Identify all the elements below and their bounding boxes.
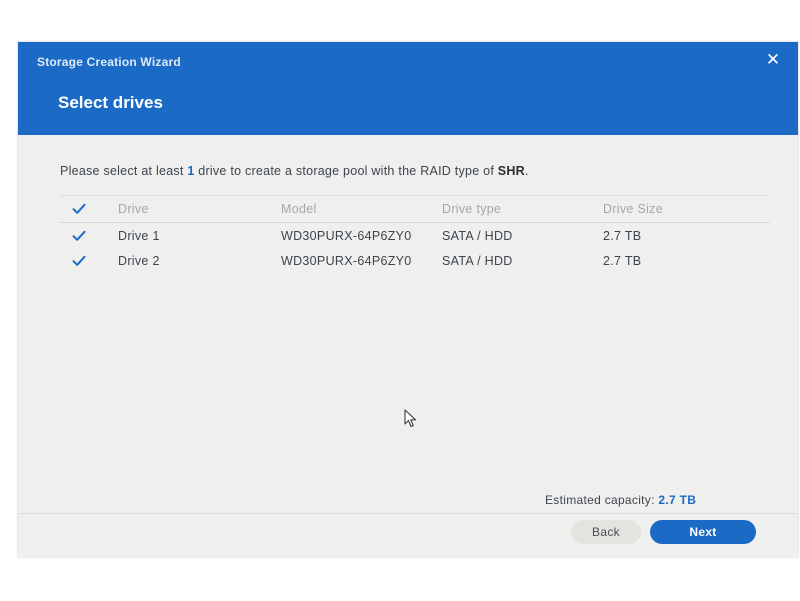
instruction-prefix: Please select at least — [60, 164, 188, 178]
row-checkbox[interactable] — [72, 223, 92, 242]
check-icon — [72, 203, 86, 214]
estimated-capacity: Estimated capacity: 2.7 TB — [545, 493, 696, 507]
next-button[interactable]: Next — [650, 520, 756, 544]
instruction-middle: drive to create a storage pool with the … — [194, 164, 498, 178]
instruction-suffix: . — [524, 164, 529, 178]
capacity-label: Estimated capacity: — [545, 493, 659, 507]
wizard-title: Storage Creation Wizard — [37, 55, 181, 69]
storage-creation-wizard-dialog: Storage Creation Wizard ✕ Select drives … — [18, 42, 798, 557]
cell-model: WD30PURX-64P6ZY0 — [281, 229, 412, 243]
cell-drive: Drive 2 — [118, 254, 160, 268]
table-row[interactable]: Drive 2 WD30PURX-64P6ZY0 SATA / HDD 2.7 … — [60, 248, 770, 273]
select-all-checkbox[interactable] — [72, 196, 92, 215]
close-icon[interactable]: ✕ — [764, 51, 782, 69]
dialog-header: Storage Creation Wizard ✕ Select drives — [18, 42, 798, 135]
row-checkbox[interactable] — [72, 248, 92, 267]
instruction-text: Please select at least 1 drive to create… — [60, 164, 529, 178]
cell-drive-type: SATA / HDD — [442, 254, 513, 268]
column-header-drive-type[interactable]: Drive type — [442, 196, 501, 222]
table-row[interactable]: Drive 1 WD30PURX-64P6ZY0 SATA / HDD 2.7 … — [60, 223, 770, 248]
capacity-value: 2.7 TB — [658, 493, 697, 507]
footer-divider — [18, 513, 798, 514]
cell-drive-size: 2.7 TB — [603, 254, 642, 268]
cell-drive-type: SATA / HDD — [442, 229, 513, 243]
check-icon — [72, 255, 86, 266]
check-icon — [72, 230, 86, 241]
drive-table: Drive Model Drive type Drive Size Drive … — [60, 195, 770, 273]
column-header-drive-size[interactable]: Drive Size — [603, 196, 663, 222]
table-header-row: Drive Model Drive type Drive Size — [60, 195, 770, 223]
back-button[interactable]: Back — [571, 520, 641, 544]
column-header-model[interactable]: Model — [281, 196, 317, 222]
step-title: Select drives — [58, 93, 163, 112]
min-drive-count: 1 — [187, 164, 195, 178]
raid-type: SHR — [497, 164, 525, 178]
mouse-cursor-icon — [404, 409, 417, 428]
cell-model: WD30PURX-64P6ZY0 — [281, 254, 412, 268]
cell-drive-size: 2.7 TB — [603, 229, 642, 243]
column-header-drive[interactable]: Drive — [118, 196, 149, 222]
cell-drive: Drive 1 — [118, 229, 160, 243]
